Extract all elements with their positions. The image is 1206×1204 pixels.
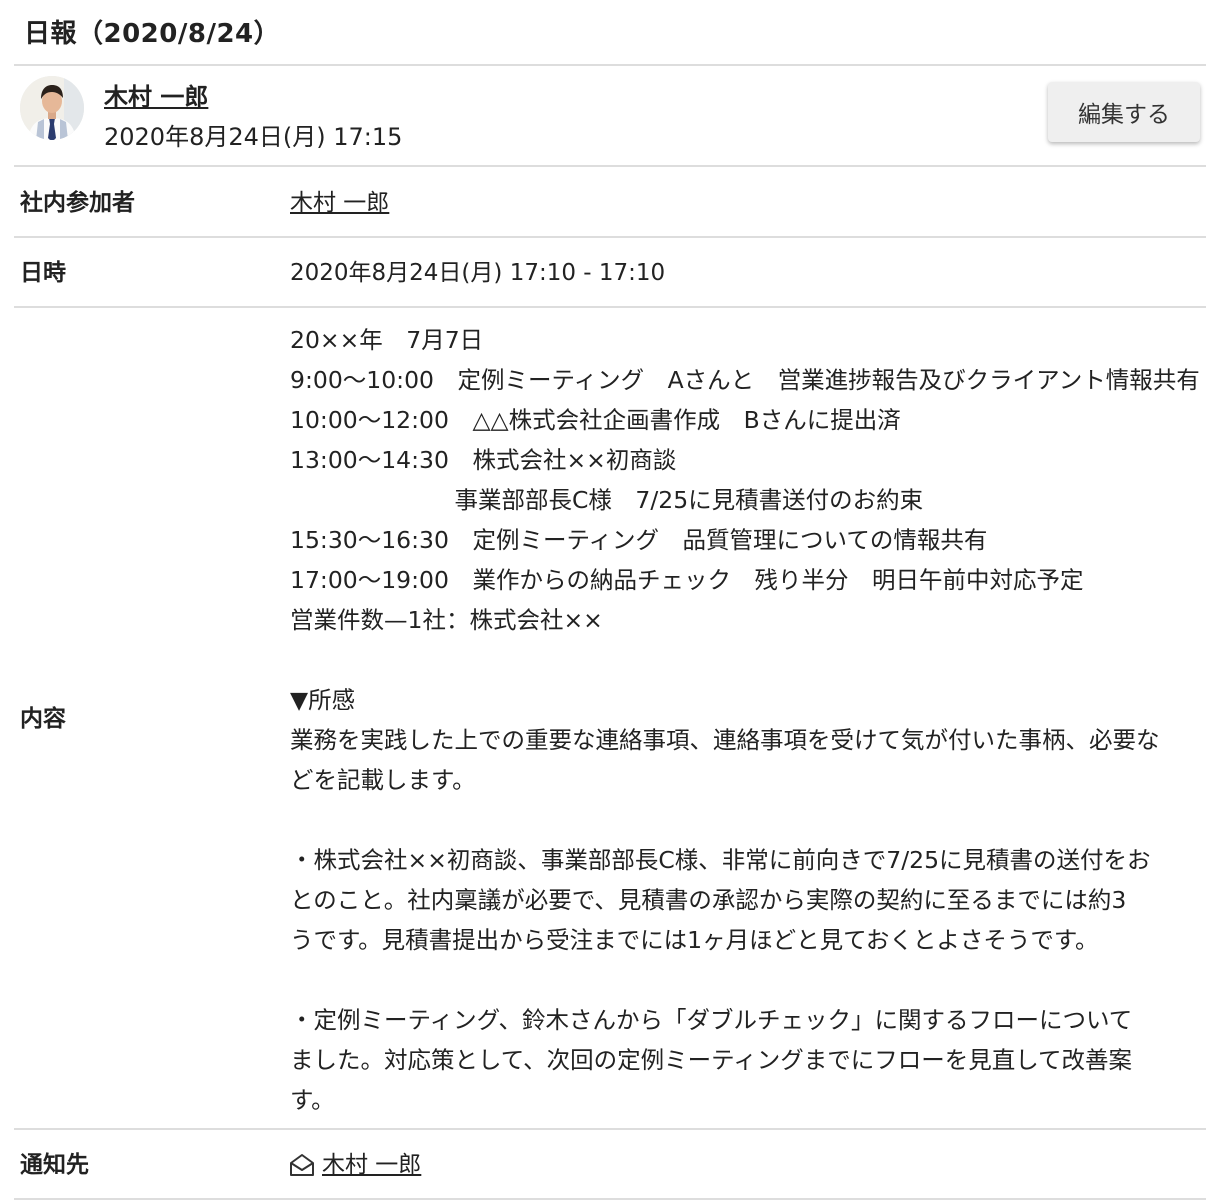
posted-timestamp: 2020年8月24日(月) 17:15 xyxy=(104,123,403,151)
user-photo-icon xyxy=(20,76,84,140)
divider xyxy=(14,1128,1206,1130)
datetime-label: 日時 xyxy=(20,260,66,286)
participant-link[interactable]: 木村 一郎 xyxy=(290,186,389,220)
author-name-link[interactable]: 木村 一郎 xyxy=(104,80,208,114)
mail-open-icon xyxy=(288,1151,316,1179)
divider xyxy=(14,306,1206,308)
notify-recipient[interactable]: 木村 一郎 xyxy=(288,1148,421,1182)
notify-recipient-link[interactable]: 木村 一郎 xyxy=(322,1148,421,1182)
datetime-value: 2020年8月24日(月) 17:10 - 17:10 xyxy=(290,260,666,286)
avatar[interactable] xyxy=(20,76,84,140)
divider xyxy=(14,236,1206,238)
content-label: 内容 xyxy=(20,706,66,732)
page-title: 日報（2020/8/24） xyxy=(24,19,281,49)
daily-report-page: 日報（2020/8/24） 木村 一郎 2020年8月24日(月) 17:15 … xyxy=(0,0,1206,1204)
participants-label: 社内参加者 xyxy=(20,190,135,216)
divider xyxy=(14,1198,1206,1200)
edit-button[interactable]: 編集する xyxy=(1048,82,1200,142)
divider xyxy=(14,64,1206,66)
report-content: 20××年 7月7日 9:00〜10:00 定例ミーティング Aさんと 営業進捗… xyxy=(290,326,1200,1114)
divider xyxy=(14,165,1206,167)
notify-label: 通知先 xyxy=(20,1152,89,1178)
